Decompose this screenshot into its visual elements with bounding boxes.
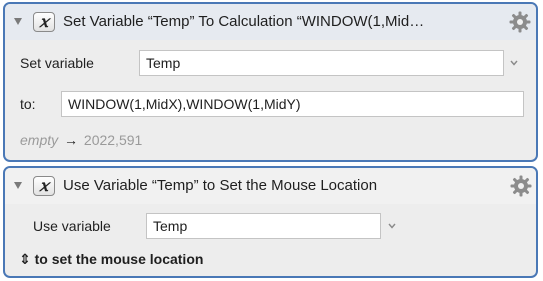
use-variable-label: Use variable xyxy=(33,218,111,234)
x-variable-icon: 𝑥 xyxy=(33,176,55,196)
to-label: to: xyxy=(20,96,36,112)
variable-name-field[interactable]: Temp xyxy=(146,213,381,239)
action-header[interactable]: 𝑥 Set Variable “Temp” To Calculation “WI… xyxy=(5,4,536,40)
variable-name-field[interactable]: Temp xyxy=(139,50,504,76)
action-header[interactable]: 𝑥 Use Variable “Temp” to Set the Mouse L… xyxy=(5,168,536,204)
disclosure-triangle-icon[interactable] xyxy=(14,18,22,25)
set-variable-action[interactable]: 𝑥 Set Variable “Temp” To Calculation “WI… xyxy=(3,2,538,162)
disclosure-triangle-icon[interactable] xyxy=(14,182,22,189)
chevron-down-icon[interactable] xyxy=(508,58,520,68)
chevron-down-icon[interactable] xyxy=(386,221,398,231)
x-variable-icon: 𝑥 xyxy=(33,12,55,32)
option-label: to set the mouse location xyxy=(34,251,204,267)
result-prefix: empty xyxy=(20,132,59,148)
result-arrow: → xyxy=(64,132,79,148)
gear-icon[interactable] xyxy=(509,174,533,198)
action-title: Set Variable “Temp” To Calculation “WIND… xyxy=(63,13,425,30)
action-title: Use Variable “Temp” to Set the Mouse Loc… xyxy=(63,177,378,194)
use-variable-action[interactable]: 𝑥 Use Variable “Temp” to Set the Mouse L… xyxy=(3,166,538,278)
mouse-location-option-popup[interactable]: ⇕ to set the mouse location xyxy=(19,250,203,268)
set-variable-label: Set variable xyxy=(20,55,94,71)
calculation-result: empty → 2022,591 xyxy=(20,131,142,149)
result-value: 2022,591 xyxy=(83,132,143,148)
up-down-chevron-icon: ⇕ xyxy=(19,251,31,267)
gear-icon[interactable] xyxy=(508,10,532,34)
calculation-field[interactable]: WINDOW(1,MidX),WINDOW(1,MidY) xyxy=(61,91,524,117)
